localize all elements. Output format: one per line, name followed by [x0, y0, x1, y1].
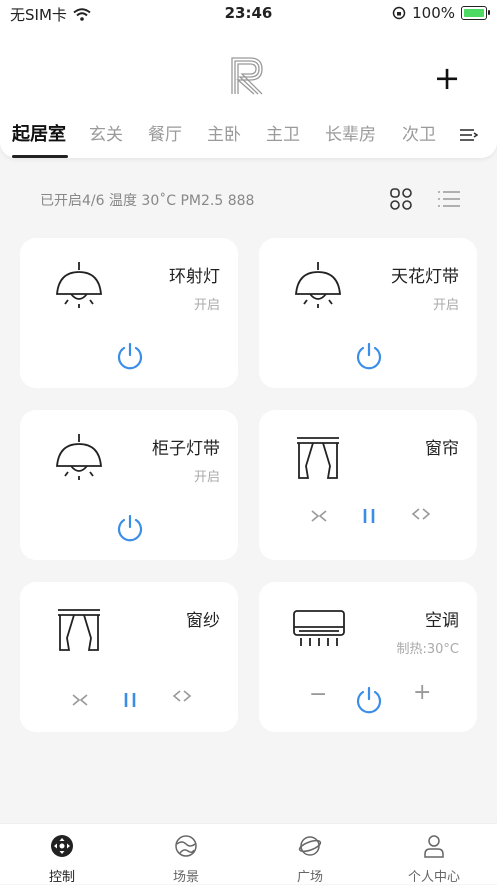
device-name: 窗帘	[425, 439, 459, 459]
temperature-down-button[interactable]: −	[309, 682, 327, 707]
pendant-lamp-icon	[56, 262, 102, 308]
tab-entrance[interactable]: 玄关	[89, 120, 123, 145]
close-curtain-icon[interactable]	[309, 506, 329, 526]
nav-label: 场景	[172, 870, 199, 885]
app-logo	[231, 57, 263, 95]
grid-view-icon[interactable]	[390, 188, 412, 210]
tab-living-room[interactable]: 起居室	[12, 120, 66, 146]
device-name: 空调	[425, 611, 459, 631]
scene-icon	[175, 835, 197, 857]
power-icon[interactable]	[116, 514, 144, 542]
tab-master-bedroom[interactable]: 主卧	[207, 120, 241, 145]
control-icon	[51, 835, 73, 857]
device-card-cabinet-strip[interactable]: 柜子灯带 开启	[20, 410, 238, 560]
tab-menu-icon[interactable]	[460, 128, 478, 142]
power-icon[interactable]	[355, 342, 383, 370]
nav-label: 控制	[48, 870, 75, 885]
pause-icon[interactable]	[359, 506, 379, 526]
bottom-nav: 控制 场景 广场 个人中心	[0, 823, 497, 885]
battery-icon	[461, 6, 490, 20]
device-card-ceiling-strip[interactable]: 天花灯带 开启	[259, 238, 477, 388]
close-curtain-icon[interactable]	[70, 690, 90, 710]
battery-percent: 100%	[412, 4, 455, 22]
device-status: 开启	[193, 470, 220, 485]
device-name: 天花灯带	[391, 267, 459, 287]
device-card-curtain[interactable]: 窗帘	[259, 410, 477, 560]
power-icon[interactable]	[355, 686, 383, 714]
nav-profile[interactable]: 个人中心	[394, 834, 474, 885]
device-card-sheer[interactable]: 窗纱	[20, 582, 238, 732]
nav-label: 个人中心	[407, 870, 460, 885]
device-name: 柜子灯带	[152, 439, 220, 459]
pause-icon[interactable]	[120, 690, 140, 710]
tab-elder-room[interactable]: 长辈房	[325, 120, 376, 145]
status-bar: 无SIM卡 23:46 100%	[0, 0, 497, 26]
open-curtain-icon[interactable]	[172, 686, 192, 706]
active-tab-indicator	[12, 155, 68, 158]
user-icon	[424, 835, 444, 858]
device-name: 窗纱	[186, 611, 220, 631]
device-status: 制热:30°C	[396, 642, 460, 657]
nav-scene[interactable]: 场景	[146, 834, 226, 885]
add-button[interactable]: +	[432, 62, 462, 94]
device-card-ring-light[interactable]: 环射灯 开启	[20, 238, 238, 388]
orientation-lock-icon	[392, 6, 406, 20]
nav-label: 广场	[296, 870, 323, 885]
curtain-icon	[297, 437, 339, 479]
tab-second-bath[interactable]: 次卫	[402, 120, 436, 145]
header: + 起居室 玄关 餐厅 主卧 主卫 长辈房 次卫	[0, 26, 497, 158]
room-tabs: 起居室 玄关 餐厅 主卧 主卫 长辈房 次卫	[0, 118, 497, 158]
pendant-lamp-icon	[56, 434, 102, 480]
tab-dining[interactable]: 餐厅	[148, 120, 182, 145]
device-card-air-conditioner[interactable]: 空调 制热:30°C − +	[259, 582, 477, 732]
temperature-up-button[interactable]: +	[413, 680, 431, 705]
device-name: 环射灯	[169, 267, 220, 287]
power-icon[interactable]	[116, 342, 144, 370]
pendant-lamp-icon	[295, 262, 341, 308]
list-view-icon[interactable]	[438, 190, 460, 208]
open-curtain-icon[interactable]	[411, 504, 431, 524]
plaza-icon	[298, 836, 322, 856]
device-status: 开启	[193, 298, 220, 313]
room-summary: 已开启4/6 温度 30˚C PM2.5 888	[40, 193, 255, 209]
nav-control[interactable]: 控制	[22, 834, 102, 885]
tab-master-bath[interactable]: 主卫	[266, 120, 300, 145]
nav-plaza[interactable]: 广场	[270, 834, 350, 885]
device-status: 开启	[432, 298, 459, 313]
curtain-icon	[58, 609, 100, 651]
air-conditioner-icon	[293, 610, 345, 646]
